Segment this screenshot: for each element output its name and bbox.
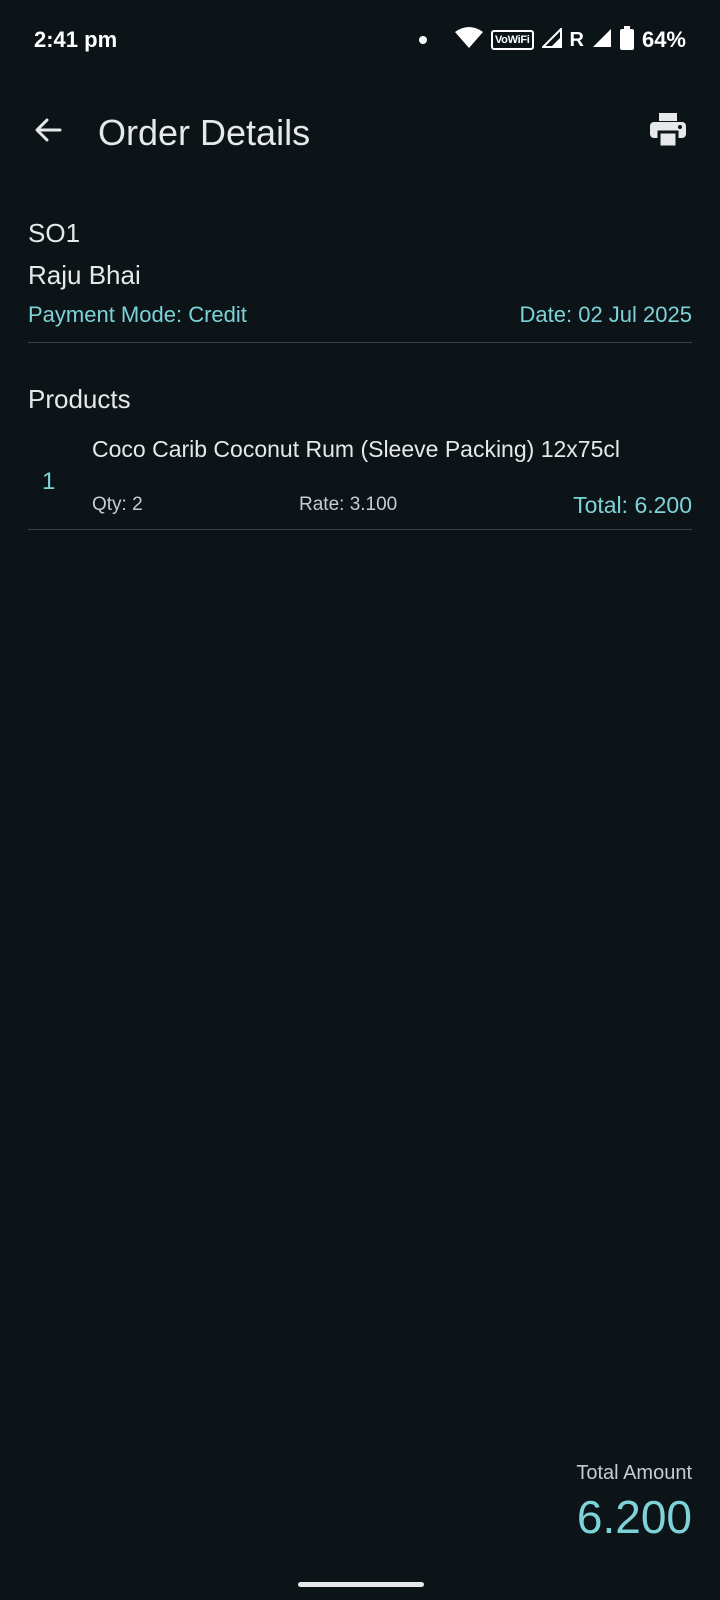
product-name: Coco Carib Coconut Rum (Sleeve Packing) … <box>92 436 620 462</box>
notification-dot-icon <box>418 36 427 44</box>
product-list-item[interactable]: 1 Coco Carib Coconut Rum (Sleeve Packing… <box>28 432 692 542</box>
payment-mode: Payment Mode: Credit <box>28 302 247 327</box>
roaming-indicator: R <box>569 28 584 51</box>
status-icons: VoWiFi R 64% <box>418 24 686 56</box>
product-total: Total: 6.200 <box>573 492 692 518</box>
app-bar: Order Details <box>0 90 720 174</box>
product-rate: Rate: 3.100 <box>299 494 398 515</box>
signal-icon-2 <box>592 28 612 53</box>
back-button[interactable] <box>26 110 70 154</box>
home-indicator[interactable] <box>298 1582 424 1587</box>
product-index: 1 <box>42 468 56 495</box>
arrow-back-icon <box>32 114 64 151</box>
order-date: Date: 02 Jul 2025 <box>519 302 692 327</box>
total-amount-label: Total Amount <box>576 1462 692 1484</box>
wifi-icon <box>454 26 483 54</box>
order-header: SO1 Raju Bhai Payment Mode: Credit Date:… <box>28 218 692 327</box>
product-divider <box>28 529 692 530</box>
page-title: Order Details <box>98 112 311 153</box>
printer-icon <box>650 112 686 152</box>
status-time: 2:41 pm <box>34 27 118 52</box>
vowifi-badge: VoWiFi <box>490 30 534 50</box>
battery-percent: 64% <box>641 27 686 52</box>
customer-name: Raju Bhai <box>28 260 141 290</box>
total-amount-value: 6.200 <box>576 1491 692 1543</box>
signal-icon <box>540 26 562 53</box>
header-divider <box>28 342 692 343</box>
battery-icon <box>619 25 634 55</box>
print-button[interactable] <box>646 110 690 154</box>
order-id: SO1 <box>28 218 81 248</box>
product-qty: Qty: 2 <box>92 494 143 515</box>
order-meta-row: Payment Mode: Credit Date: 02 Jul 2025 <box>28 302 692 328</box>
products-section-title: Products <box>28 384 131 414</box>
